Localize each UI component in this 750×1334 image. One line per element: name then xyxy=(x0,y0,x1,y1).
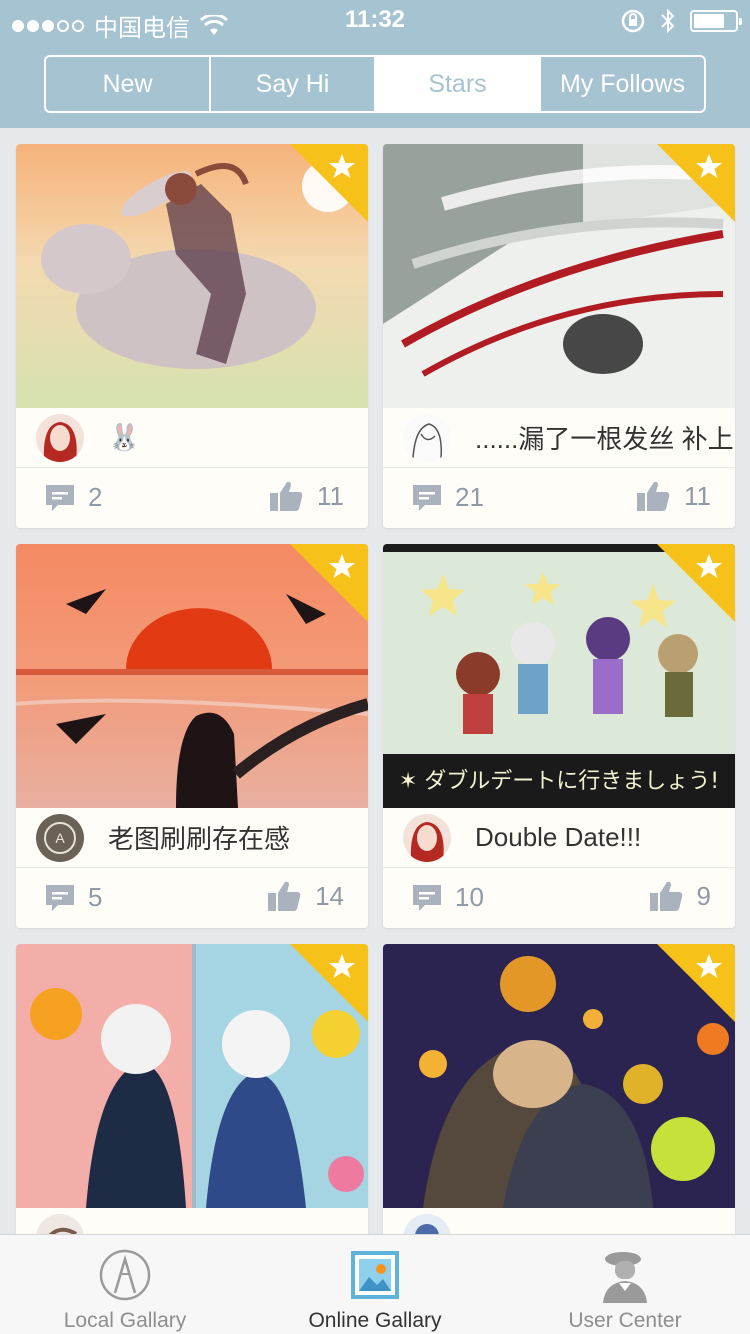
avatar[interactable] xyxy=(403,813,451,862)
thumbs-up-icon xyxy=(268,881,301,911)
tab-my-follows[interactable]: My Follows xyxy=(541,57,704,111)
tab-local-gallary[interactable]: Local Gallary xyxy=(0,1235,250,1334)
like-count-value: 11 xyxy=(317,480,344,511)
avatar[interactable] xyxy=(36,413,84,462)
gallery-card[interactable]: ✶ ダブルデートに行きましょう! Double Date!!! 10 9 xyxy=(383,544,735,928)
like-count[interactable]: 11 xyxy=(636,480,711,512)
starred-badge-icon xyxy=(290,144,368,222)
card-stats: 2 11 xyxy=(16,468,368,528)
card-meta xyxy=(383,1208,735,1234)
card-title: 老图刷刷存在感 xyxy=(108,824,291,854)
comment-count[interactable]: 2 xyxy=(44,482,102,513)
svg-text:A: A xyxy=(55,830,65,846)
tab-label: Online Gallary xyxy=(308,1309,442,1332)
comment-count-value: 10 xyxy=(455,882,484,912)
gallery-card[interactable]: ......漏了一根发丝 补上 21 11 xyxy=(383,144,735,528)
bottom-tab-bar: Local Gallary Online Gallary User Center xyxy=(0,1234,750,1334)
thumbs-up-icon xyxy=(270,481,303,511)
card-meta xyxy=(16,1208,368,1234)
comment-icon xyxy=(46,484,74,511)
gallery-card[interactable] xyxy=(383,944,735,1234)
card-stats: 10 9 xyxy=(383,868,735,928)
framed-picture-icon xyxy=(351,1251,399,1299)
segmented-control: New Say Hi Stars My Follows xyxy=(44,55,706,113)
gallery-card[interactable]: 🐰 2 11 xyxy=(16,144,368,528)
gallery-card[interactable] xyxy=(16,944,368,1234)
avatar[interactable] xyxy=(403,1213,451,1234)
card-title: Double Date!!! xyxy=(475,822,642,852)
comment-count-value: 5 xyxy=(88,882,103,912)
battery-icon xyxy=(690,10,742,32)
starred-badge-icon xyxy=(657,944,735,1022)
tab-label: User Center xyxy=(568,1309,682,1332)
card-title: 🐰 xyxy=(108,422,141,452)
comment-count[interactable]: 5 xyxy=(44,882,102,913)
rotation-lock-icon xyxy=(621,9,645,33)
comment-count[interactable]: 21 xyxy=(411,482,484,513)
status-right xyxy=(620,8,742,34)
comment-icon xyxy=(46,884,74,911)
like-count-value: 9 xyxy=(696,880,711,911)
card-meta: Double Date!!! xyxy=(383,808,735,868)
comment-icon xyxy=(413,484,441,511)
card-stats: 5 14 xyxy=(16,868,368,928)
tab-online-gallary[interactable]: Online Gallary xyxy=(250,1235,500,1334)
card-stats: 21 11 xyxy=(383,468,735,528)
status-bar: 中国电信 11:32 xyxy=(0,0,750,42)
comment-count[interactable]: 10 xyxy=(411,882,484,913)
svg-text:✶ ダブルデートに行きましょう!: ✶ ダブルデートに行きましょう! xyxy=(399,769,719,794)
like-count[interactable]: 9 xyxy=(649,880,711,912)
comment-count-value: 21 xyxy=(455,482,484,512)
avatar[interactable] xyxy=(403,413,451,462)
artist-beret-icon xyxy=(603,1252,647,1303)
avatar[interactable] xyxy=(36,1213,84,1234)
gallery-card[interactable]: A 老图刷刷存在感 5 14 xyxy=(16,544,368,928)
bluetooth-icon xyxy=(661,8,675,34)
card-title: ......漏了一根发丝 补上 xyxy=(475,424,734,454)
like-count[interactable]: 11 xyxy=(269,480,344,512)
pencil-circle-icon xyxy=(99,1249,151,1301)
tab-user-center[interactable]: User Center xyxy=(500,1235,750,1334)
like-count-value: 14 xyxy=(315,880,344,911)
tab-stars[interactable]: Stars xyxy=(376,57,541,111)
starred-badge-icon xyxy=(290,944,368,1022)
gallery-grid: 🐰 2 11 ......漏了一根发丝 补上 21 11 A 老图刷刷存在感 5… xyxy=(0,128,750,1234)
card-meta: 🐰 xyxy=(16,408,368,468)
card-meta: ......漏了一根发丝 补上 xyxy=(383,408,735,468)
avatar[interactable]: A xyxy=(36,813,84,862)
starred-badge-icon xyxy=(657,544,735,622)
like-count-value: 11 xyxy=(684,480,711,511)
tab-new[interactable]: New xyxy=(46,57,211,111)
thumbs-up-icon xyxy=(649,881,682,911)
like-count[interactable]: 14 xyxy=(267,880,344,912)
top-header: 中国电信 11:32 New Say Hi Stars My Follows xyxy=(0,0,750,128)
card-meta: A 老图刷刷存在感 xyxy=(16,808,368,868)
starred-badge-icon xyxy=(290,544,368,622)
tab-label: Local Gallary xyxy=(63,1309,187,1332)
starred-badge-icon xyxy=(657,144,735,222)
comment-count-value: 2 xyxy=(88,482,103,512)
comment-icon xyxy=(413,884,441,911)
tab-say-hi[interactable]: Say Hi xyxy=(211,57,376,111)
thumbs-up-icon xyxy=(637,481,670,511)
